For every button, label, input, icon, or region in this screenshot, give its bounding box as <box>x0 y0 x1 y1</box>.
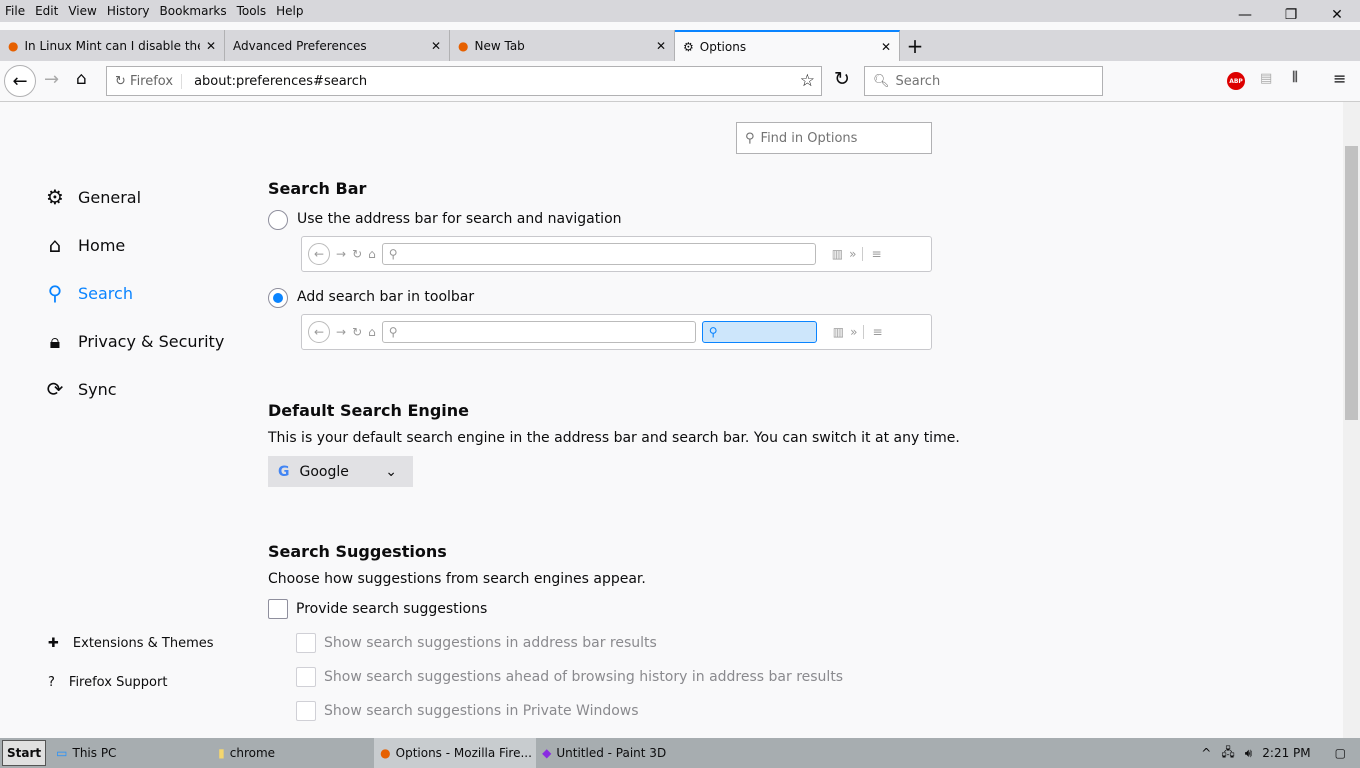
network-icon[interactable]: 🖧 <box>1221 743 1234 764</box>
home-button[interactable]: ⌂ <box>76 69 87 89</box>
paint3d-icon: ◆ <box>542 746 552 760</box>
new-tab-button[interactable]: + <box>900 30 930 61</box>
taskbar-chrome-folder[interactable]: ▮ chrome <box>212 738 374 768</box>
close-tab-icon[interactable]: ✕ <box>206 39 216 53</box>
gear-icon: ⚙ <box>46 185 64 209</box>
toolbar-search-radio[interactable] <box>268 288 288 308</box>
address-bar-suggestions-label: Show search suggestions in address bar r… <box>324 635 657 651</box>
sidebar-item-general[interactable]: ⚙ General <box>44 185 141 209</box>
minimize-button[interactable]: — <box>1222 0 1268 30</box>
menu-bar: File Edit View History Bookmarks Tools H… <box>0 0 1360 22</box>
search-suggestions-heading: Search Suggestions <box>268 542 447 561</box>
forward-button[interactable]: → <box>44 69 59 90</box>
chevron-up-icon[interactable]: ^ <box>1201 746 1211 760</box>
extensions-themes-link[interactable]: ✚ Extensions & Themes <box>48 636 214 651</box>
volume-icon[interactable]: 🔊︎ <box>1245 746 1253 761</box>
close-tab-icon[interactable]: ✕ <box>431 39 441 53</box>
toolbar-search-preview: ← → ↻ ⌂ ⚲ ⚲ ▥» ≡ <box>301 314 932 350</box>
chevron-down-icon: ⌄ <box>385 463 397 480</box>
search-icon: ⚲ <box>47 281 63 305</box>
home-icon: ⌂ <box>48 233 62 257</box>
folder-icon: ▮ <box>218 746 225 760</box>
menu-view[interactable]: View <box>68 4 96 18</box>
suggestions-description: Choose how suggestions from search engin… <box>268 571 646 587</box>
identity-box[interactable]: ↻ Firefox <box>107 73 183 89</box>
computer-icon: ▭ <box>56 746 68 760</box>
puzzle-icon: ✚ <box>48 636 59 651</box>
reload-button[interactable]: ↻ <box>834 68 850 90</box>
gear-icon: ⚙ <box>683 39 694 54</box>
firefox-support-link[interactable]: ? Firefox Support <box>48 675 167 690</box>
tab-advanced-preferences[interactable]: Advanced Preferences ✕ <box>225 30 450 61</box>
ahead-of-history-checkbox[interactable] <box>296 667 316 687</box>
google-icon: G <box>278 463 290 480</box>
private-windows-checkbox[interactable] <box>296 701 316 721</box>
bookmark-star-icon[interactable]: ☆ <box>800 71 821 91</box>
address-bar-option-label: Use the address bar for search and navig… <box>297 211 622 227</box>
menu-bookmarks[interactable]: Bookmarks <box>160 4 227 18</box>
url-bar[interactable]: ↻ Firefox about:preferences#search ☆ <box>106 66 822 96</box>
adblock-icon[interactable]: ABP <box>1227 72 1245 90</box>
scrollbar[interactable] <box>1343 102 1360 738</box>
default-engine-heading: Default Search Engine <box>268 401 469 420</box>
menu-history[interactable]: History <box>107 4 150 18</box>
nav-bar: ← → ⌂ ↻ Firefox about:preferences#search… <box>0 61 1360 102</box>
help-icon: ? <box>48 675 55 690</box>
address-bar-preview: ← → ↻ ⌂ ⚲ ▥» ≡ <box>301 236 932 272</box>
provide-suggestions-checkbox[interactable] <box>268 599 288 619</box>
sidebar-item-privacy[interactable]: 🔒︎ Privacy & Security <box>44 329 225 353</box>
menu-help[interactable]: Help <box>276 4 303 18</box>
notification-icon[interactable]: ▢ <box>1335 746 1346 760</box>
address-bar-radio[interactable] <box>268 210 288 230</box>
tab-options[interactable]: ⚙ Options ✕ <box>675 30 900 61</box>
firefox-icon: ● <box>380 746 391 760</box>
search-bar[interactable]: 🔍︎ Search <box>864 66 1103 96</box>
sidebar-item-search[interactable]: ⚲ Search <box>44 281 133 305</box>
firefox-icon: ● <box>458 38 469 53</box>
taskbar-firefox[interactable]: ● Options - Mozilla Fire... <box>374 738 537 768</box>
window-controls: — ❐ ✕ <box>1222 0 1360 30</box>
menu-edit[interactable]: Edit <box>35 4 58 18</box>
provide-suggestions-label: Provide search suggestions <box>296 601 488 617</box>
library-icon[interactable]: ⫼ <box>1292 70 1298 85</box>
sync-icon: ⟳ <box>46 377 64 401</box>
taskbar-paint3d[interactable]: ◆ Untitled - Paint 3D <box>536 738 698 768</box>
default-engine-description: This is your default search engine in th… <box>268 430 960 446</box>
clock[interactable]: 2:21 PM <box>1262 746 1310 760</box>
sidebar-item-sync[interactable]: ⟳ Sync <box>44 377 117 401</box>
search-engine-dropdown[interactable]: G Google ⌄ <box>268 456 413 487</box>
search-icon: 🔍︎ <box>873 73 890 89</box>
sidebar-item-home[interactable]: ⌂ Home <box>44 233 126 257</box>
hamburger-menu-icon[interactable]: ≡ <box>1333 69 1346 88</box>
find-in-options-input[interactable]: ⚲ Find in Options <box>736 122 932 154</box>
close-tab-icon[interactable]: ✕ <box>881 40 891 54</box>
close-tab-icon[interactable]: ✕ <box>656 39 666 53</box>
taskbar-this-pc[interactable]: ▭ This PC <box>50 738 212 768</box>
lock-icon: 🔒︎ <box>49 329 61 353</box>
toolbar-search-option-label: Add search bar in toolbar <box>297 289 475 305</box>
taskbar: Start ▭ This PC ▮ chrome ● Options - Mozill… <box>0 738 1360 768</box>
search-icon: ⚲ <box>745 130 755 146</box>
menu-tools[interactable]: Tools <box>237 4 267 18</box>
page-action-icon[interactable]: ▤ <box>1260 71 1272 86</box>
tab-new-tab[interactable]: ● New Tab ✕ <box>450 30 675 61</box>
address-bar-suggestions-checkbox[interactable] <box>296 633 316 653</box>
start-button[interactable]: Start <box>2 740 47 766</box>
search-bar-heading: Search Bar <box>268 179 367 198</box>
restore-button[interactable]: ❐ <box>1268 0 1314 30</box>
private-windows-label: Show search suggestions in Private Windo… <box>324 703 639 719</box>
back-button[interactable]: ← <box>4 65 36 97</box>
tab-linux-mint[interactable]: ● In Linux Mint can I disable the s ✕ <box>0 30 225 61</box>
menu-file[interactable]: File <box>5 4 25 18</box>
tab-bar: ● In Linux Mint can I disable the s ✕ Adva… <box>0 30 1360 61</box>
ahead-of-history-label: Show search suggestions ahead of browsin… <box>324 669 844 685</box>
url-text[interactable]: about:preferences#search <box>182 74 800 89</box>
firefox-icon: ● <box>8 38 19 53</box>
close-window-button[interactable]: ✕ <box>1314 0 1360 30</box>
